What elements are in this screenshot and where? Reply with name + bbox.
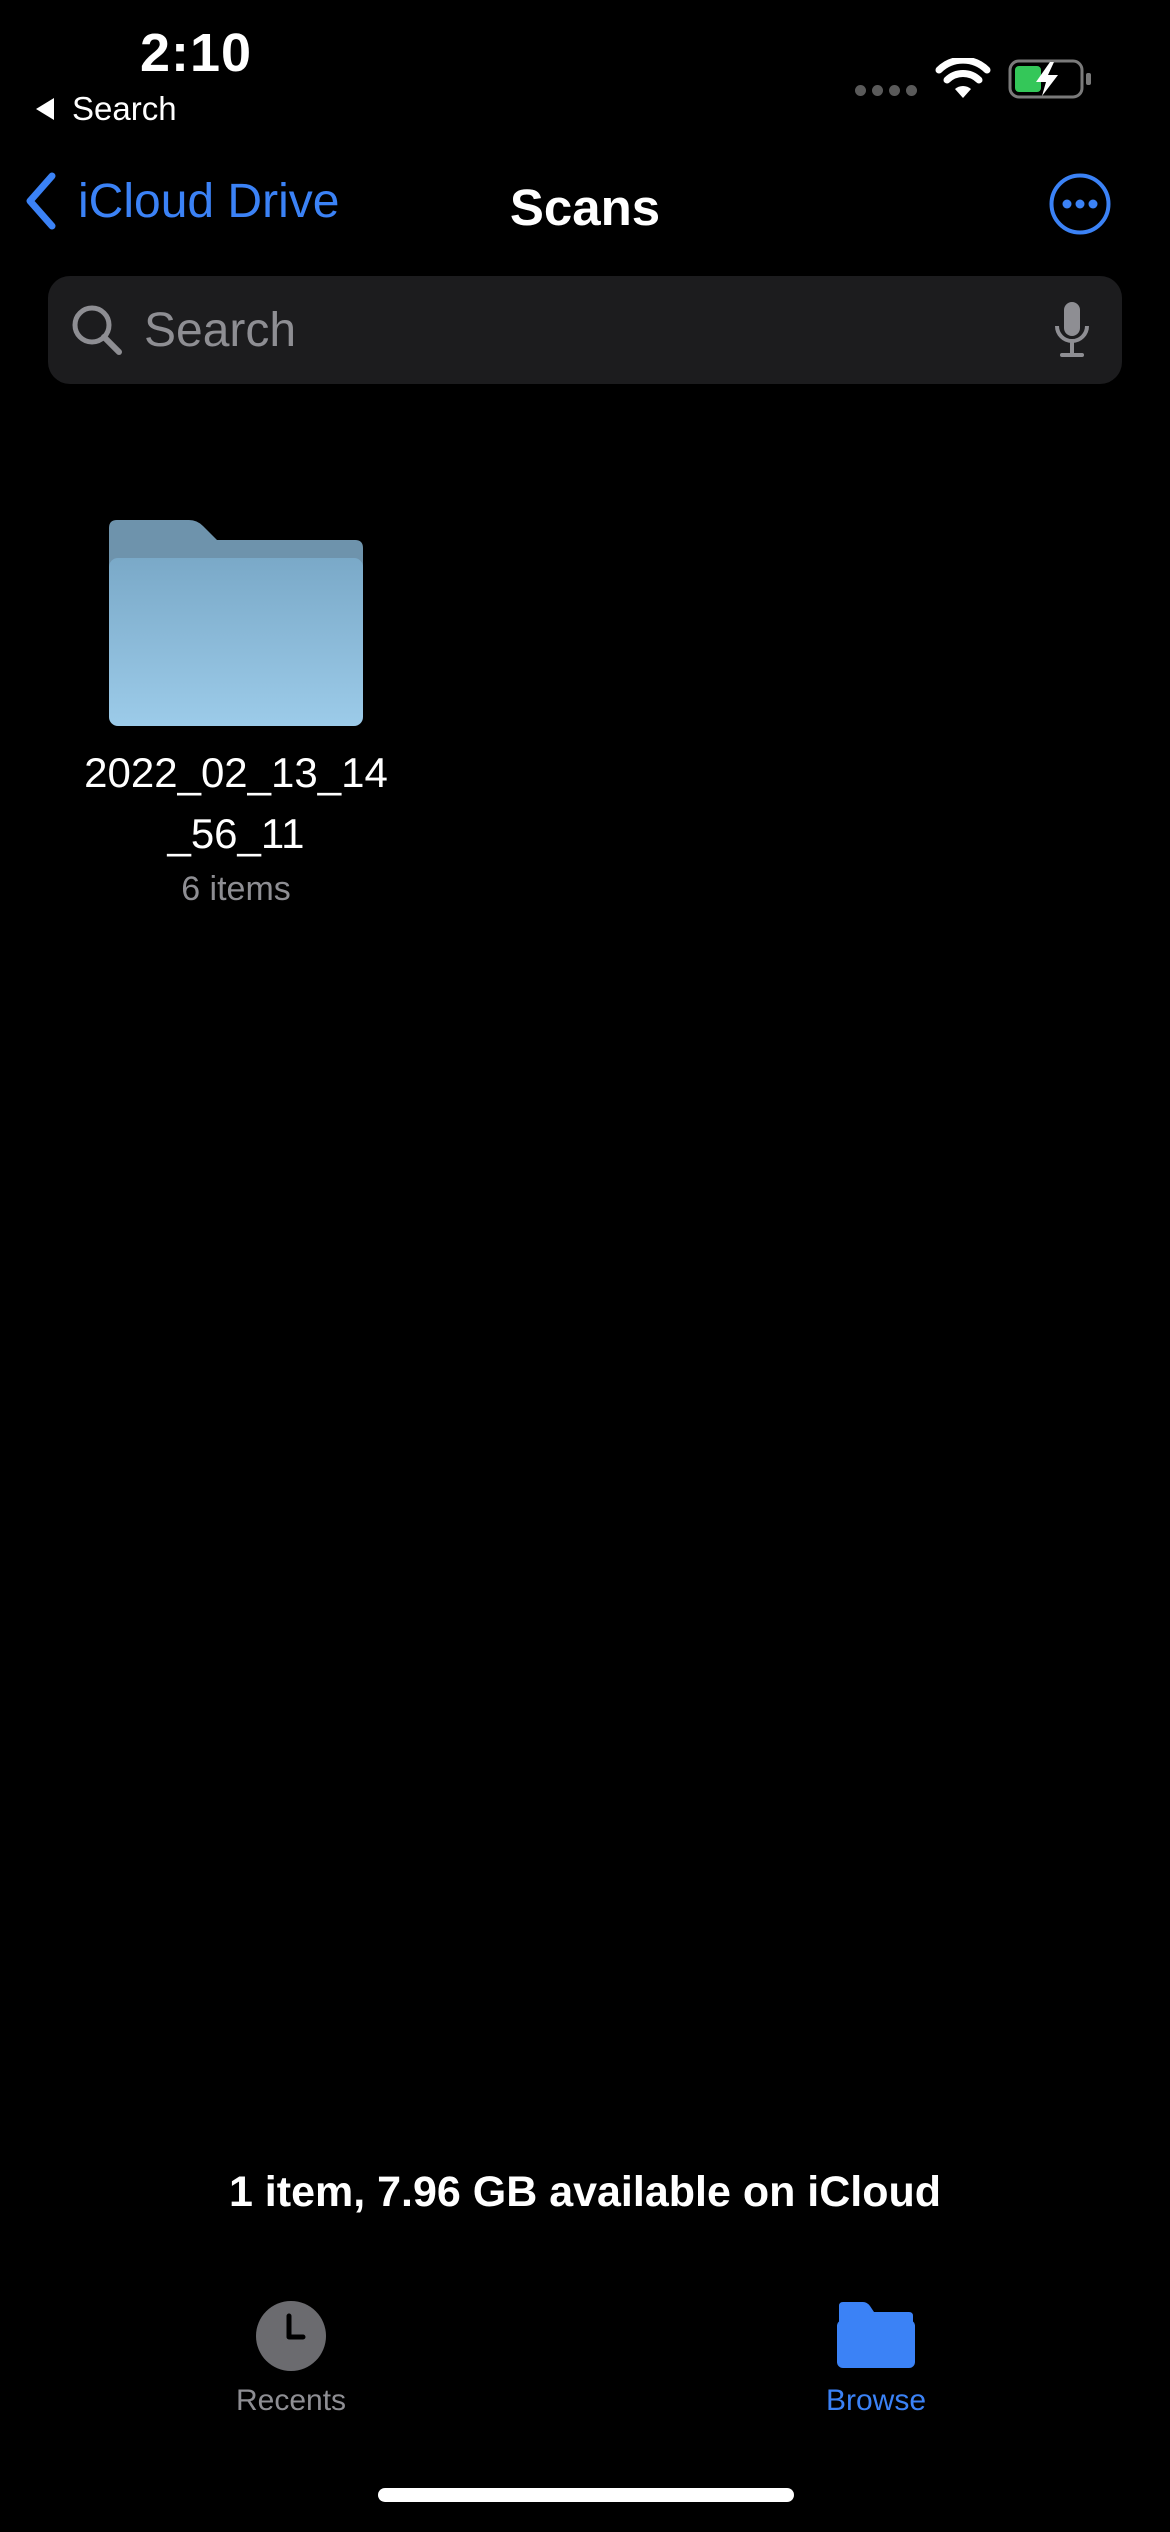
tab-browse[interactable]: Browse xyxy=(776,2300,976,2418)
page-title: Scans xyxy=(509,179,661,236)
folder-icon xyxy=(109,520,363,726)
battery-charging-icon xyxy=(1008,59,1091,99)
clock-icon xyxy=(256,2301,326,2371)
home-indicator[interactable] xyxy=(378,2488,794,2502)
folder-item[interactable]: 2022_02_13_14_56_11 6 items xyxy=(80,520,392,909)
folder-name: 2022_02_13_14_56_11 xyxy=(84,749,388,857)
microphone-icon[interactable] xyxy=(1052,300,1092,360)
tab-recents-label: Recents xyxy=(235,2384,347,2417)
back-to-app-link[interactable]: Search xyxy=(36,90,177,128)
tab-browse-label: Browse xyxy=(825,2384,927,2417)
folder-icon xyxy=(837,2302,915,2368)
back-to-app-label: Search xyxy=(72,90,177,127)
tab-recents[interactable]: Recents xyxy=(191,2300,391,2418)
wifi-icon xyxy=(935,58,991,98)
cellular-signal-icon xyxy=(855,85,917,96)
folder-item-count: 6 items xyxy=(181,870,291,908)
back-triangle-icon xyxy=(36,98,54,120)
search-icon xyxy=(72,305,122,355)
search-bar[interactable] xyxy=(48,276,1122,384)
storage-info: 1 item, 7.96 GB available on iCloud xyxy=(228,2168,942,2216)
more-options-button[interactable] xyxy=(1048,172,1112,236)
status-time: 2:10 xyxy=(140,23,253,83)
search-input[interactable] xyxy=(142,301,1052,359)
